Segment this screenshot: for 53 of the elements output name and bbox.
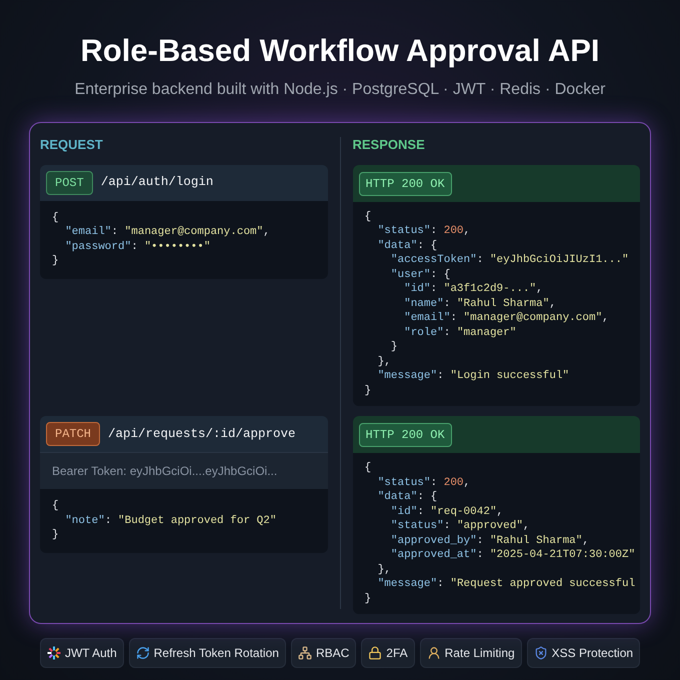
code-line: "status": 200,: [376, 476, 470, 490]
method-badge: PATCH: [46, 422, 100, 446]
status-badge: HTTP 200 OK: [358, 423, 452, 447]
code-line: "message": "Login successful": [376, 369, 570, 384]
code-line: "password": "••••••••": [64, 240, 210, 254]
code-line: {: [364, 461, 372, 476]
code-line: "note": "Budget approved for Q2": [64, 514, 276, 528]
code-line: "role": "manager": [403, 326, 516, 340]
feature-label: XSS Protection: [552, 645, 634, 662]
code-line: "user": {: [390, 268, 450, 282]
code-line: "data": {: [376, 490, 438, 504]
code-line: "id": "req-0042",: [390, 504, 504, 519]
status-badge: HTTP 200 OK: [358, 172, 452, 196]
feature-label: Rate Limiting: [444, 645, 515, 662]
code-line: {: [52, 499, 59, 514]
code-line: "email": "manager@company.com",: [403, 311, 609, 326]
code-line: "approved_by": "Rahul Sharma",: [390, 534, 589, 548]
endpoint-path: /api/requests/:id/approve: [108, 426, 296, 443]
code-line: "name": "Rahul Sharma",: [403, 296, 556, 311]
code-line: }: [52, 528, 59, 542]
code-line: }: [52, 254, 59, 268]
column-heading: REQUEST: [40, 136, 104, 154]
feature-label: JWT Auth: [64, 645, 117, 662]
code-line: "data": {: [376, 238, 438, 253]
code-line: "status": "approved",: [390, 519, 530, 534]
refresh-icon: [136, 646, 150, 660]
lock-icon: [368, 646, 382, 660]
code-line: "email": "manager@company.com",: [64, 225, 270, 240]
feature-label: Refresh Token Rotation: [154, 645, 279, 662]
endpoint-path: /api/auth/login: [100, 174, 214, 192]
code-line: {: [52, 210, 59, 225]
code-line: "accessToken": "eyJhbGciOiJIUzI1...": [390, 253, 629, 268]
code-line: }: [364, 384, 372, 398]
code-line: }: [364, 592, 372, 606]
auth-header: Bearer Token: eyJhbGciOi....eyJhbGciOi...: [52, 464, 278, 478]
code-line: },: [376, 354, 391, 369]
code-line: "message": "Request approved successful: [376, 577, 636, 592]
page-title: Role-Based Workflow Approval API: [80, 32, 600, 70]
code-line: "status": 200,: [376, 224, 470, 238]
person-icon: [426, 646, 441, 660]
code-line: "id": "a3f1c2d9-...",: [403, 282, 543, 296]
code-line: }: [390, 340, 398, 354]
page-subtitle: Enterprise backend built with Node.js · PostgreSQL · JWT · Redis · Docker: [74, 80, 606, 100]
code-line: {: [364, 210, 372, 224]
code-line: },: [376, 562, 391, 577]
jwt-logo-icon: [46, 646, 61, 660]
feature-label: 2FA: [386, 645, 408, 662]
feature-label: RBAC: [316, 645, 350, 662]
code-line: "approved_at": "2025-04-21T07:30:00Z": [390, 548, 636, 562]
column-heading: RESPONSE: [352, 136, 426, 154]
shield-icon: [534, 646, 548, 660]
hierarchy-icon: [298, 646, 312, 660]
method-badge: POST: [46, 170, 93, 194]
